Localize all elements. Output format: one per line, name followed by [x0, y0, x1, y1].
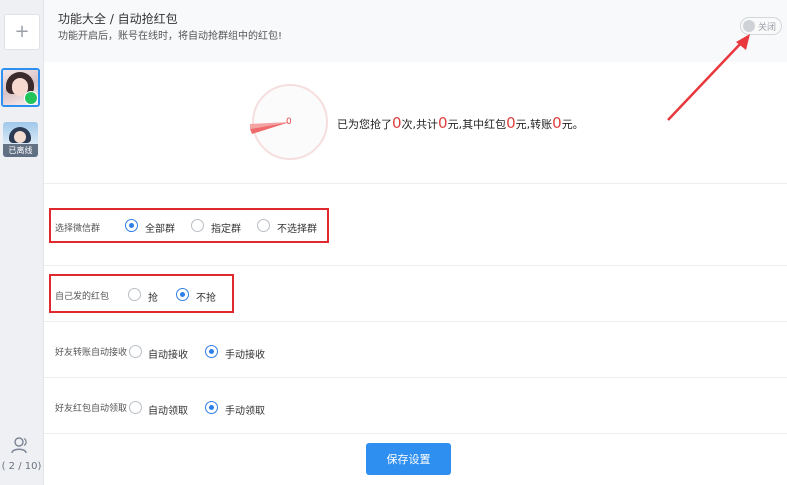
option-label: 手动接收	[225, 350, 265, 361]
divider	[44, 321, 787, 322]
radio-manual-claim[interactable]	[205, 401, 218, 414]
group-select-label: 选择微信群	[55, 224, 101, 234]
option-label: 手动领取	[225, 406, 265, 417]
radio-all-groups[interactable]	[125, 219, 138, 232]
divider	[44, 433, 787, 434]
own-redpacket-label: 自己发的红包	[55, 292, 110, 302]
radio-specified-groups[interactable]	[191, 219, 204, 232]
friend-transfer-label: 好友转账自动接收	[55, 348, 128, 358]
account-count: ( 2 / 10)	[1, 461, 42, 472]
account-avatar-online[interactable]	[1, 68, 40, 107]
account-sidebar: + 已离线 ( 2 / 10)	[0, 0, 44, 485]
option-label: 全部群	[145, 224, 175, 235]
option-label: 不抢	[196, 293, 216, 304]
radio-no-groups[interactable]	[257, 219, 270, 232]
gauge-value: 0	[286, 117, 292, 127]
option-label: 自动领取	[148, 406, 188, 417]
radio-auto-claim[interactable]	[129, 401, 142, 414]
radio-manual-receive[interactable]	[205, 345, 218, 358]
divider	[44, 377, 787, 378]
annotation-arrow	[667, 34, 750, 121]
online-status-dot	[24, 91, 38, 105]
save-settings-button[interactable]: 保存设置	[366, 443, 451, 475]
radio-grab[interactable]	[128, 288, 141, 301]
option-label: 不选择群	[277, 224, 317, 235]
account-avatar-offline[interactable]: 已离线	[3, 122, 38, 157]
option-label: 抢	[148, 293, 158, 304]
toggle-label: 关闭	[758, 23, 777, 33]
radio-auto-receive[interactable]	[129, 345, 142, 358]
redpacket-amount: 0	[506, 114, 516, 132]
transfer-amount: 0	[552, 114, 562, 132]
offline-status-badge: 已离线	[3, 144, 38, 157]
accounts-icon[interactable]	[10, 436, 30, 454]
option-label: 自动接收	[148, 350, 188, 361]
add-account-button[interactable]: +	[4, 14, 40, 50]
radio-no-grab[interactable]	[176, 288, 189, 301]
total-amount: 0	[438, 114, 448, 132]
friend-redpacket-label: 好友红包自动领取	[55, 404, 128, 414]
option-label: 指定群	[211, 224, 241, 235]
page-title: 功能大全 / 自动抢红包	[58, 12, 178, 26]
divider	[44, 183, 787, 184]
summary-text: 已为您抢了0次,共计0元,其中红包0元,转账0元。	[337, 114, 584, 132]
divider	[44, 265, 787, 266]
page-description: 功能开启后，账号在线时，将自动抢群组中的红包!	[58, 31, 283, 42]
times-count: 0	[392, 114, 402, 132]
